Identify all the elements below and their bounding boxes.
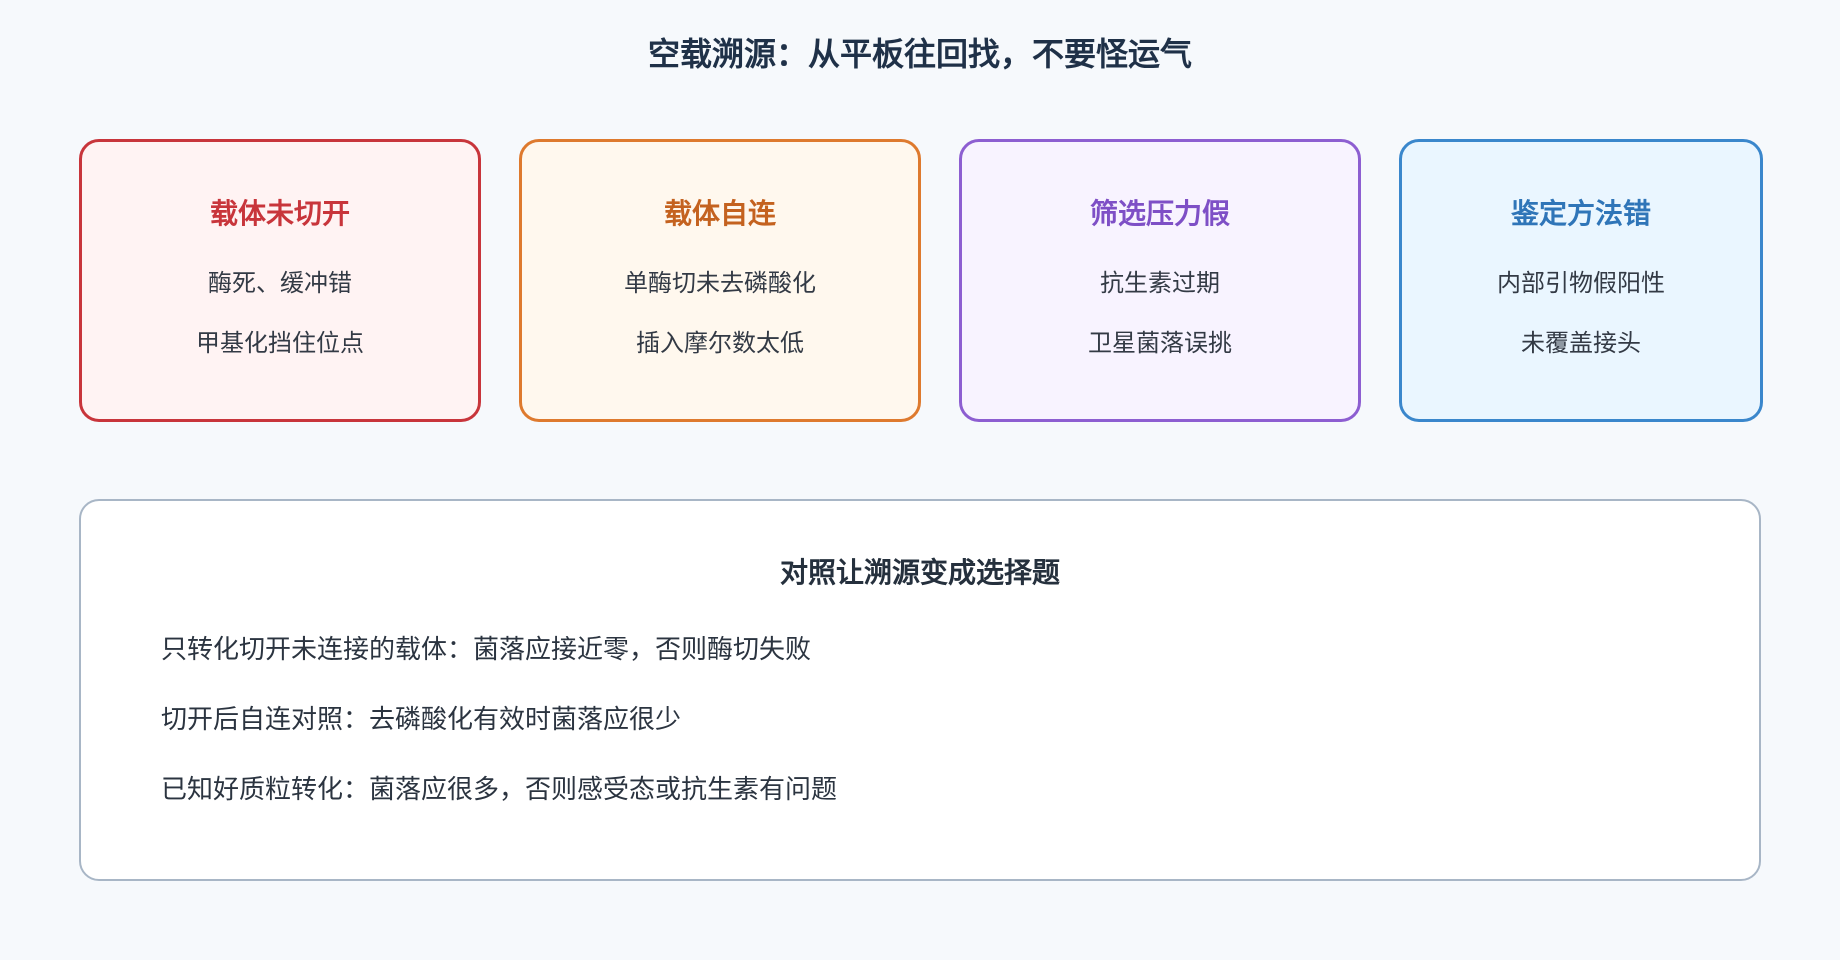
- card-item: 未覆盖接头: [1521, 329, 1641, 357]
- card-false-selection: 筛选压力假 抗生素过期 卫星菌落误挑: [959, 139, 1361, 422]
- diagram-title: 空载溯源：从平板往回找，不要怪运气: [647, 35, 1192, 73]
- card-item: 卫星菌落误挑: [1088, 329, 1232, 357]
- cause-cards: 载体未切开 酶死、缓冲错 甲基化挡住位点 载体自连 单酶切未去磷酸化 插入摩尔数…: [79, 139, 1763, 422]
- card-wrong-identification: 鉴定方法错 内部引物假阳性 未覆盖接头: [1399, 139, 1763, 422]
- control-line: 已知好质粒转化：菌落应很多，否则感受态或抗生素有问题: [161, 775, 838, 805]
- card-item: 插入摩尔数太低: [636, 329, 804, 357]
- panel-title: 对照让溯源变成选择题: [779, 556, 1060, 589]
- card-item: 酶死、缓冲错: [208, 269, 352, 297]
- control-line: 只转化切开未连接的载体：菌落应接近零，否则酶切失败: [161, 635, 812, 665]
- control-line: 切开后自连对照：去磷酸化有效时菌落应很少: [161, 705, 682, 735]
- card-item: 单酶切未去磷酸化: [624, 269, 816, 297]
- card-title: 筛选压力假: [1089, 197, 1230, 230]
- card-vector-self-ligation: 载体自连 单酶切未去磷酸化 插入摩尔数太低: [519, 139, 921, 422]
- card-item: 内部引物假阳性: [1497, 269, 1665, 297]
- card-title: 载体未切开: [209, 197, 350, 230]
- card-item: 抗生素过期: [1100, 269, 1220, 297]
- controls-panel: 对照让溯源变成选择题 只转化切开未连接的载体：菌落应接近零，否则酶切失败 切开后…: [79, 499, 1761, 881]
- card-item: 甲基化挡住位点: [196, 329, 364, 357]
- card-vector-not-cut: 载体未切开 酶死、缓冲错 甲基化挡住位点: [79, 139, 481, 422]
- card-title: 载体自连: [663, 197, 776, 230]
- card-title: 鉴定方法错: [1510, 197, 1651, 230]
